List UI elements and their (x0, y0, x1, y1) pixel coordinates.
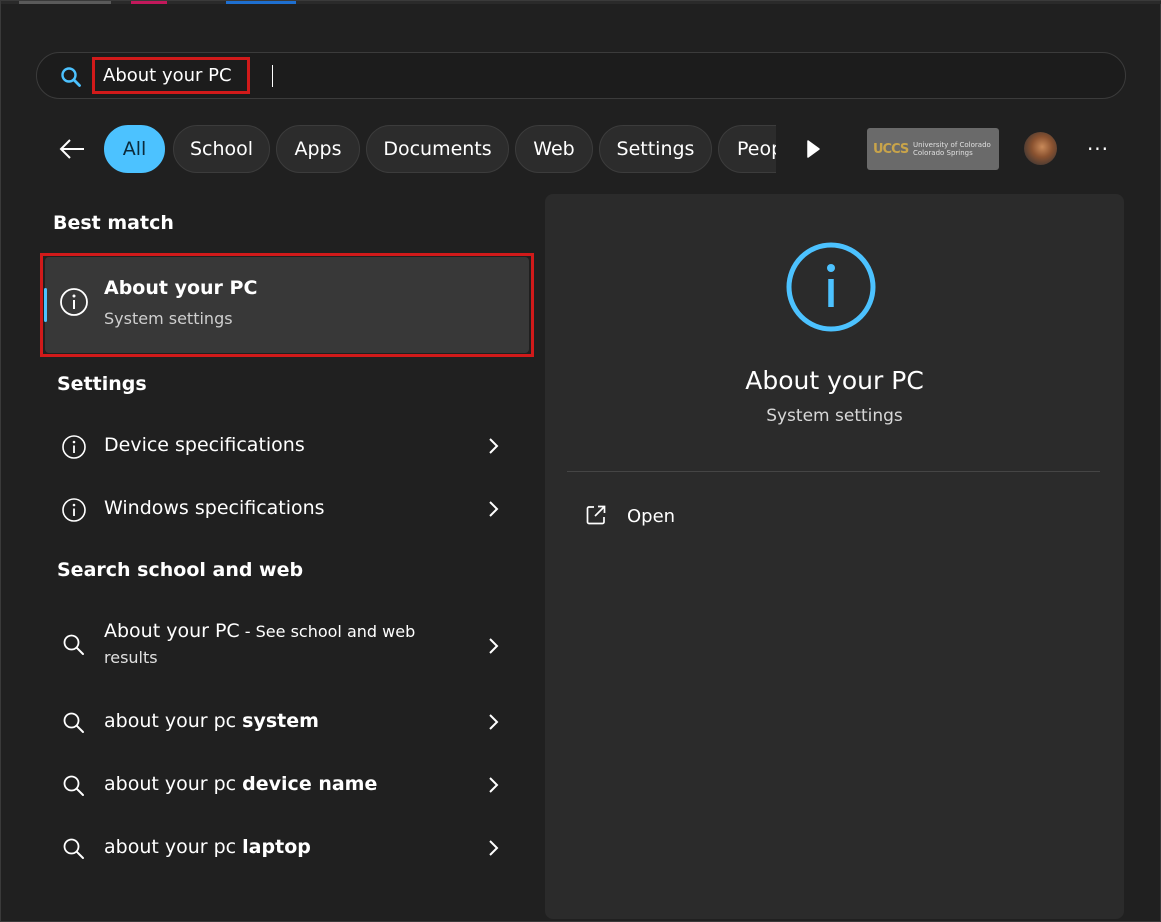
text-caret (272, 65, 273, 87)
org-logo-line1: University of Colorado (913, 141, 991, 149)
list-item-suggestion-laptop[interactable]: about your pc laptop (45, 820, 529, 876)
chevron-right-icon (489, 777, 499, 793)
chip-apps[interactable]: Apps (276, 125, 360, 173)
highlight-box (40, 253, 534, 357)
search-input[interactable] (92, 57, 250, 94)
taskbar-strip (1, 1, 1161, 4)
best-match-subtitle: System settings (104, 309, 233, 328)
list-item-label: Windows specifications (104, 497, 325, 519)
search-icon (63, 634, 84, 655)
settings-heading: Settings (57, 373, 147, 395)
chip-all[interactable]: All (104, 125, 165, 173)
list-item-label: Device specifications (104, 434, 305, 456)
filter-chips: All School Apps Documents Web Settings P… (104, 125, 776, 173)
suggestion-prefix: about your pc (104, 710, 243, 732)
organization-logo[interactable]: UCCS University of Colorado Colorado Spr… (867, 128, 999, 170)
chevron-right-icon (489, 501, 499, 517)
play-icon (807, 140, 820, 158)
search-icon (63, 838, 84, 859)
best-match-title: About your PC (104, 277, 258, 299)
info-icon (62, 498, 86, 522)
avatar[interactable] (1024, 132, 1057, 165)
chip-documents[interactable]: Documents (366, 125, 509, 173)
best-match-heading: Best match (53, 212, 174, 234)
search-icon (63, 712, 84, 733)
divider (567, 471, 1100, 472)
search-web-heading: Search school and web (57, 559, 304, 581)
web-result-label: About your PC - See school and web (104, 620, 415, 642)
open-button[interactable]: Open (581, 500, 741, 534)
suggestion-label: about your pc system (104, 710, 319, 732)
suggestion-prefix: about your pc (104, 836, 243, 858)
search-bar[interactable] (36, 52, 1126, 99)
suggestion-label: about your pc laptop (104, 836, 311, 858)
open-external-icon (586, 505, 606, 525)
chip-school[interactable]: School (173, 125, 270, 173)
org-logo-line2: Colorado Springs (913, 149, 973, 157)
info-icon (60, 288, 88, 316)
detail-pane: About your PC System settings Open (545, 194, 1124, 919)
chevron-right-icon (489, 840, 499, 856)
detail-title: About your PC (745, 366, 924, 395)
suggestion-prefix: about your pc (104, 773, 243, 795)
chip-web[interactable]: Web (515, 125, 593, 173)
list-item-suggestion-device-name[interactable]: about your pc device name (45, 757, 529, 813)
chip-settings[interactable]: Settings (599, 125, 712, 173)
list-item-suggestion-system[interactable]: about your pc system (45, 694, 529, 750)
info-icon (786, 242, 876, 332)
chevron-right-icon (489, 438, 499, 454)
list-item-device-specifications[interactable]: Device specifications (45, 418, 529, 474)
org-logo-mark: UCCS (873, 141, 909, 157)
chip-people[interactable]: Peop (718, 125, 776, 173)
selection-indicator (44, 288, 47, 322)
web-result-title: About your PC (104, 620, 240, 642)
chevron-right-icon (489, 638, 499, 654)
web-result-suffix: - See school and web (239, 622, 416, 641)
detail-subtitle: System settings (766, 406, 903, 426)
search-icon (61, 67, 81, 87)
list-item-web-results[interactable]: About your PC - See school and web resul… (45, 604, 529, 684)
web-result-suffix-line2: results (104, 648, 158, 667)
search-icon (63, 775, 84, 796)
search-window: All School Apps Documents Web Settings P… (0, 0, 1161, 922)
suggestion-bold: device name (242, 773, 378, 795)
scroll-filters-button[interactable] (801, 134, 825, 164)
back-button[interactable] (54, 132, 90, 166)
open-label: Open (627, 506, 676, 527)
suggestion-bold: system (242, 710, 319, 732)
more-options-button[interactable]: ··· (1083, 135, 1113, 163)
suggestion-label: about your pc device name (104, 773, 377, 795)
suggestion-bold: laptop (242, 836, 311, 858)
info-icon (62, 435, 86, 459)
arrow-left-icon (59, 139, 84, 159)
chevron-right-icon (489, 714, 499, 730)
list-item-windows-specifications[interactable]: Windows specifications (45, 481, 529, 537)
